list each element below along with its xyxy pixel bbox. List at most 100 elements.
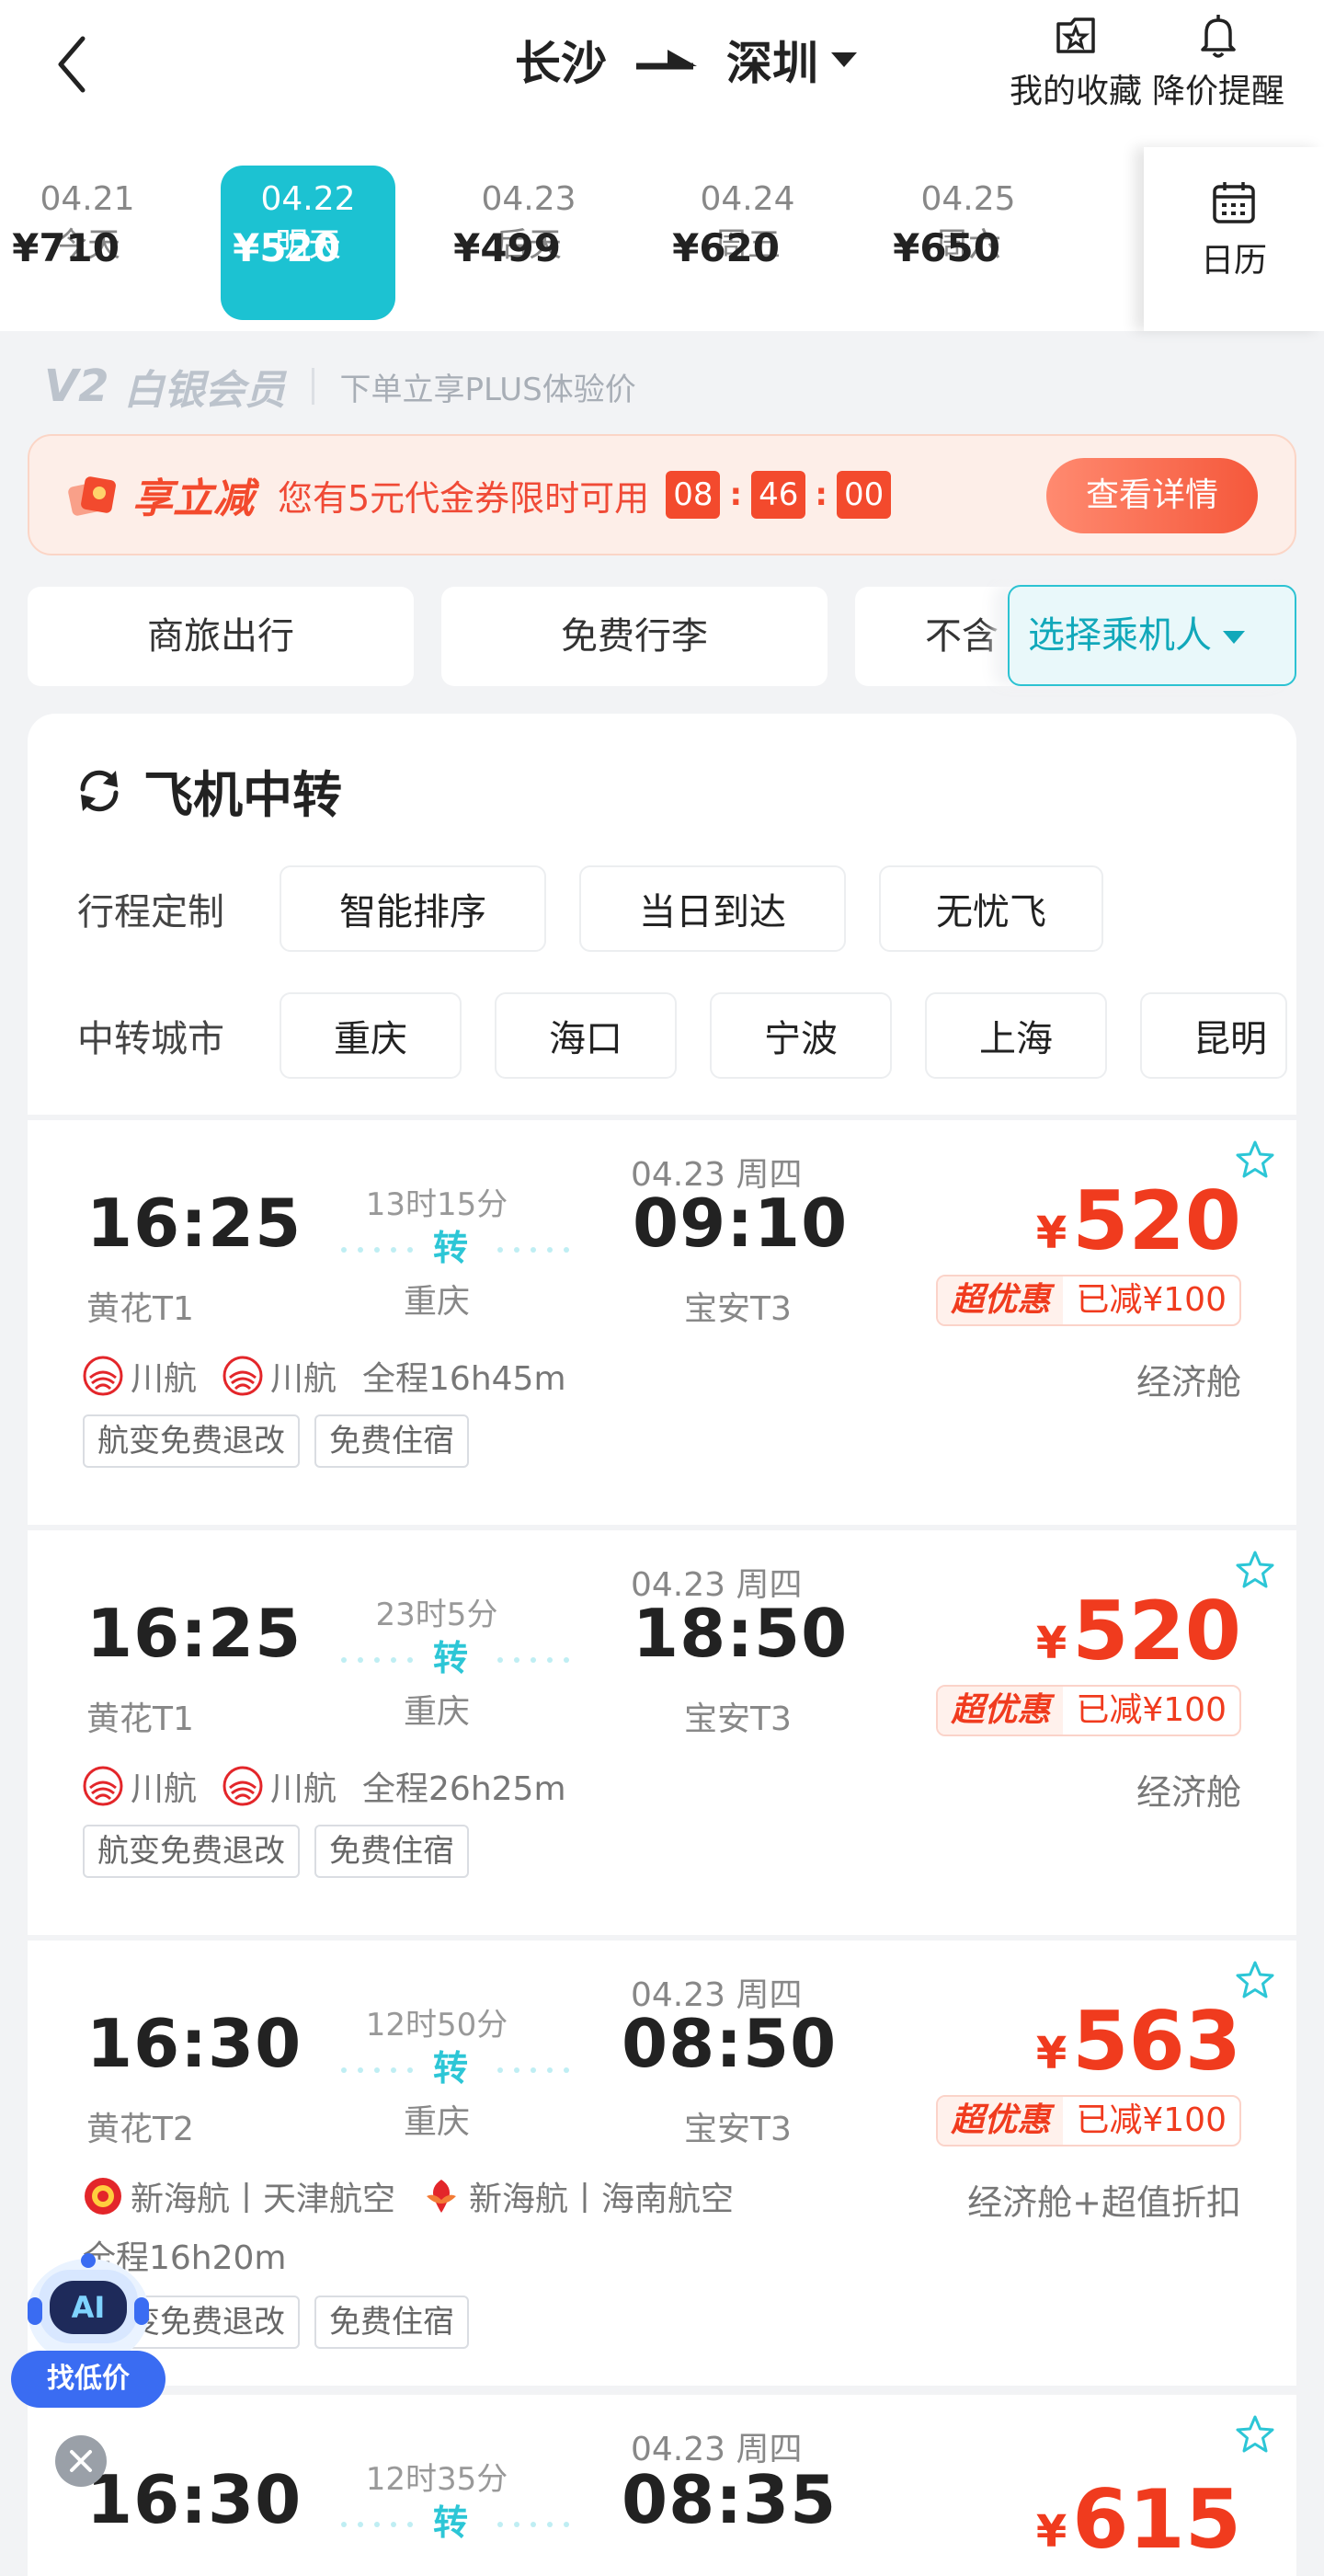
ai-assistant-button[interactable]: AI 找低价 [11,2233,166,2417]
price-alert-label: 降价提醒 [1151,73,1284,110]
price-value: 615 [1072,2472,1241,2567]
origin-city: 长沙 [515,37,607,90]
date-text: 04.21 [40,180,135,218]
timer-hours: 08 [666,471,721,519]
transfer-title: 飞机中转 [74,754,342,827]
transfer-indicator: 转 [303,1630,598,1685]
triangle-down-icon [1223,631,1245,644]
date-text: 04.25 [920,180,1016,218]
transfer-title-text: 飞机中转 [143,766,342,824]
city-chip-ningbo[interactable]: 宁波 [710,992,892,1079]
option-same-day[interactable]: 当日到达 [579,865,846,952]
layover-duration: 12时35分 [365,2461,508,2498]
price-value: 563 [1072,1994,1241,2089]
deal-label: 超优惠 [938,2097,1064,2145]
select-passenger-button[interactable]: 选择乘机人 [1008,585,1296,686]
airline-name: 川航 [131,1360,198,1398]
flight-card[interactable]: 16:30 黄花T2 12时50分 转 重庆 04.23 周四 08:50 宝安… [28,1941,1296,2386]
deal-label: 超优惠 [938,1687,1064,1735]
airline-name: 川航 [270,1770,337,1808]
member-level-badge: V2 [44,361,109,412]
price: ¥520 [1035,1584,1241,1678]
member-banner[interactable]: V2 白银会员 下单立享PLUS体验价 [44,349,636,423]
select-passenger-label: 选择乘机人 [1028,614,1212,657]
city-chip-chongqing[interactable]: 重庆 [280,992,462,1079]
city-chip-haikou[interactable]: 海口 [495,992,677,1079]
transfer-city-row: 中转城市 重庆 海口 宁波 上海 昆明 [77,991,1287,1080]
cabin-class: 经济舱+超值折扣 [967,2182,1241,2223]
calendar-button[interactable]: 日历 [1144,147,1324,331]
date-cell[interactable]: 04.21 今天 ¥710 [0,166,175,320]
back-arrow-icon[interactable] [55,33,88,96]
discount-amount: 已减¥100 [1076,2101,1227,2139]
chevron-down-icon [831,52,857,67]
city-chip-kunming[interactable]: 昆明 [1140,992,1287,1079]
airline-info: 川航 川航 全程16h45m [83,1348,566,1403]
svg-text:AI: AI [72,2290,106,2325]
service-tags: 航变免费退改 免费住宿 [83,1825,484,1878]
date-cell[interactable]: 04.25 周六 ¥650 [881,166,1056,320]
date-cell-selected[interactable]: 04.22 明天 ¥520 [221,166,395,320]
divider [311,368,314,405]
promo-text: 您有5元代金券限时可用 [278,477,650,519]
arrival-time: 18:50 [633,1595,849,1672]
star-icon[interactable] [1234,2413,1276,2456]
transfer-city-label: 中转城市 [77,1018,224,1060]
discount-badge: 超优惠 已减¥100 [936,1685,1241,1736]
price-value: 520 [1072,1174,1241,1268]
option-smart-sort[interactable]: 智能排序 [280,865,546,952]
coupon-gift-icon [68,476,116,516]
departure-time: 16:30 [86,2461,302,2538]
calendar-label: 日历 [1200,242,1267,280]
transfer-city: 重庆 [403,1283,470,1321]
transfer-label: 转 [432,2048,468,2089]
flight-card[interactable]: 04.23 周四 16:30 12时35分 转 08:35 ¥615 [28,2395,1296,2576]
arrival-time: 08:50 [622,2005,838,2082]
tag-free-hotel: 免费住宿 [314,1825,469,1878]
view-details-button[interactable]: 查看详情 [1046,458,1258,533]
hainan-airlines-logo-icon [427,2180,457,2213]
destination-city: 深圳 [726,37,818,90]
calendar-icon [1213,182,1255,223]
total-duration: 全程26h25m [362,1770,566,1808]
countdown-timer: 08 : 46 : 00 [666,471,892,519]
filter-chip-business[interactable]: 商旅出行 [28,587,414,686]
transfer-label: 转 [432,1638,468,1678]
filter-bar: 商旅出行 免费行李 不含 选择乘机人 [0,579,1324,699]
itinerary-row: 行程定制 智能排序 当日到达 无忧飞 [77,864,1136,953]
transfer-city: 重庆 [403,1693,470,1731]
option-worry-free[interactable]: 无忧飞 [879,865,1103,952]
timer-seconds: 00 [836,471,892,519]
arrival-airport: 宝安T3 [684,2111,792,2148]
date-cell[interactable]: 04.24 周五 ¥620 [660,166,835,320]
arrival-airport: 宝安T3 [684,1290,792,1328]
transfer-indicator: 转 [303,2040,598,2095]
discount-badge: 超优惠 已减¥100 [936,2095,1241,2147]
flight-card[interactable]: 16:25 黄花T1 13时15分 转 重庆 04.23 周四 09:10 宝安… [28,1120,1296,1525]
dots-line [497,2067,569,2073]
ai-button-label: 找低价 [11,2351,166,2408]
layover-duration: 12时50分 [365,2007,508,2044]
layover-duration: 23时5分 [375,1597,498,1633]
cabin-class: 经济舱 [1136,1772,1241,1813]
close-icon[interactable] [55,2435,107,2487]
sichuan-airlines-logo-icon [223,1356,263,1396]
sichuan-airlines-logo-icon [223,1766,263,1806]
price: ¥520 [1035,1174,1241,1268]
price-value: 520 [1072,1584,1241,1678]
filter-chip-free-baggage[interactable]: 免费行李 [441,587,828,686]
city-chip-shanghai[interactable]: 上海 [925,992,1107,1079]
discount-badge: 超优惠 已减¥100 [936,1275,1241,1326]
date-cell[interactable]: 04.23 后天 ¥499 [441,166,616,320]
price-alert-button[interactable]: 降价提醒 [1145,11,1292,112]
airline-name: 新海航丨海南航空 [469,2181,735,2218]
date-text: 04.24 [700,180,795,218]
date-selector: 04.21 今天 ¥710 04.22 明天 ¥520 04.23 后天 ¥49… [0,147,1324,331]
arrival-time: 08:35 [622,2461,838,2538]
route-selector[interactable]: 长沙 深圳 [515,28,857,92]
tag-free-change: 航变免费退改 [83,1825,300,1878]
flight-card[interactable]: 16:25 黄花T1 23时5分 转 重庆 04.23 周四 18:50 宝安T… [28,1530,1296,1935]
airline-info: 川航 川航 全程26h25m [83,1758,566,1814]
date-price: ¥499 [453,225,561,270]
coupon-banner[interactable]: 享立减 您有5元代金券限时可用 08 : 46 : 00 查看详情 [28,434,1296,555]
